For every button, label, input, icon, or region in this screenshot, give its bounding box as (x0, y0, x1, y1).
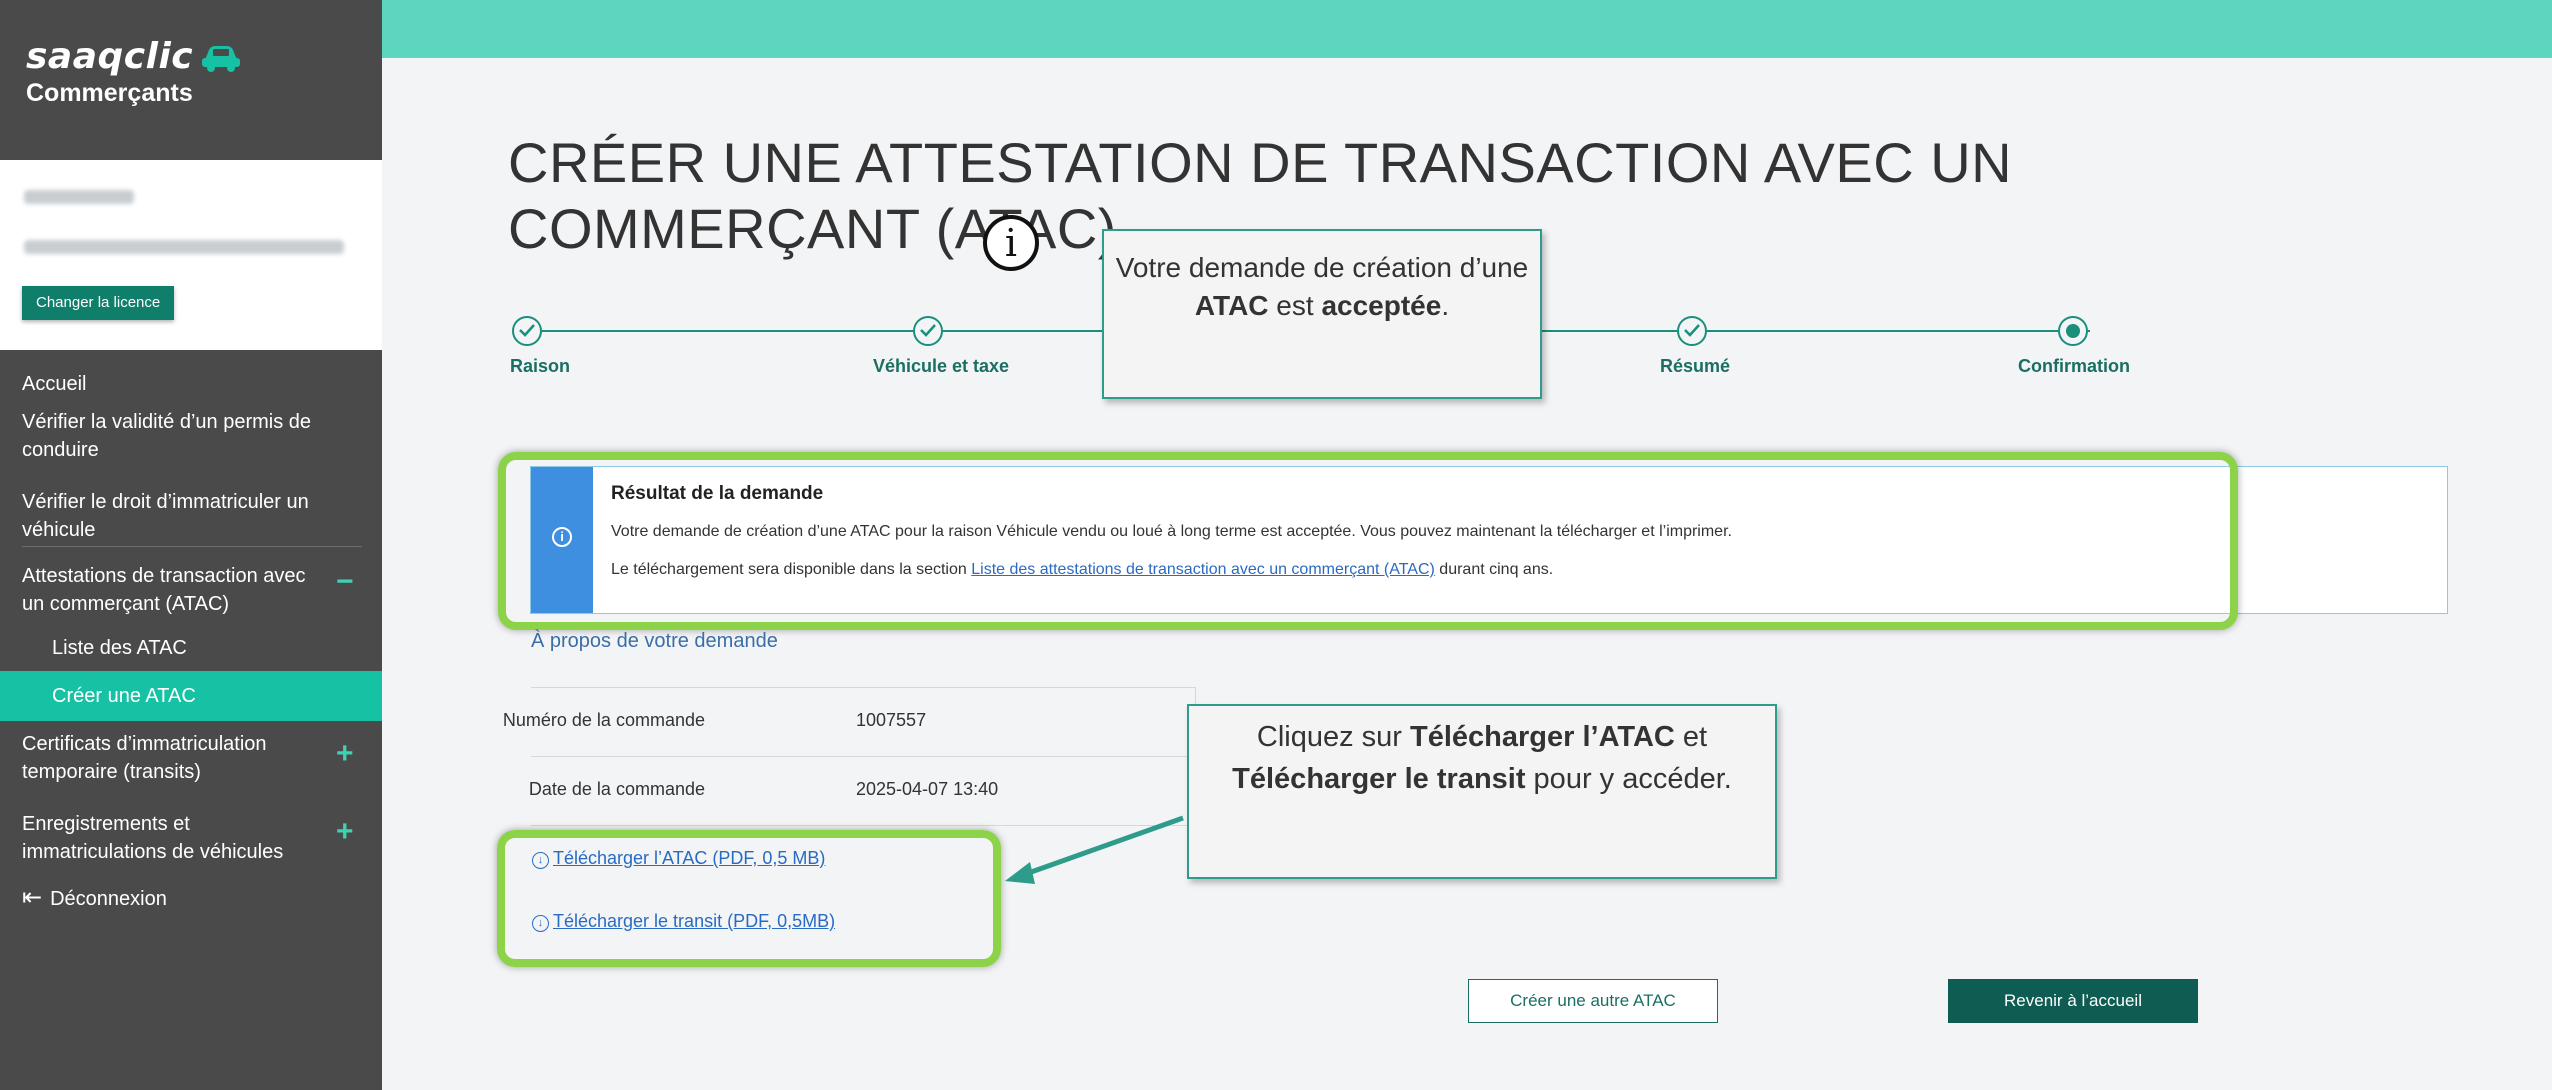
step-done-icon (913, 316, 943, 346)
sidebar-item-atac-list[interactable]: Liste des ATAC (52, 634, 382, 662)
step-label-resume: Résumé (1660, 356, 1731, 376)
callout-download: Cliquez sur Télécharger l’ATAC et Téléch… (1187, 704, 1777, 879)
order-date-value: 2025-04-07 13:40 (856, 779, 999, 799)
sidebar-item-label: Certificats d’immatriculation temporaire… (22, 733, 267, 783)
step-label-raison: Raison (510, 356, 571, 376)
table-row: Numéro de la commande 1007557 (503, 688, 1195, 757)
sidebar-divider (22, 546, 362, 547)
top-bar (382, 0, 2552, 58)
callout-accepted: Votre demande de création d’une ATAC est… (1102, 229, 1542, 399)
stepper-line-remaining (1690, 330, 2090, 332)
logout-icon: ⇤ (22, 884, 43, 911)
sidebar-item-label: Liste des ATAC (52, 637, 187, 659)
highlight-downloads (497, 830, 1001, 967)
callout-text: est (1268, 290, 1322, 321)
callout-text: pour y accéder. (1525, 763, 1732, 795)
order-number-value: 1007557 (856, 710, 927, 730)
sidebar-item-create-atac[interactable]: Créer une ATAC (0, 671, 382, 721)
callout-text: Votre demande de création d’une (1115, 252, 1529, 283)
table-row: Date de la commande 2025-04-07 13:40 (528, 757, 1195, 826)
sidebar-item-label: Vérifier la validité d’un permis de cond… (22, 411, 312, 461)
expand-icon[interactable]: + (336, 817, 354, 847)
callout-text: Cliquez sur (1256, 721, 1411, 753)
sidebar-item-label: Attestations de transaction avec un comm… (22, 565, 306, 615)
change-license-button[interactable]: Changer la licence (22, 286, 175, 320)
callout-bold: Télécharger l’ATAC (1410, 721, 1675, 753)
step-done-icon (512, 316, 542, 346)
back-home-button[interactable]: Revenir à l’accueil (1948, 979, 2198, 1023)
callout-bold: Télécharger le transit (1232, 763, 1526, 795)
step-current-dot (2066, 324, 2080, 338)
order-table: Numéro de la commande 1007557 Date de la… (503, 687, 1196, 826)
brand-name: saaqclic (26, 36, 194, 77)
sidebar-item-logout[interactable]: ⇤ Déconnexion (22, 884, 352, 913)
callout-text: et (1674, 721, 1708, 753)
about-title: À propos de votre demande (531, 630, 778, 652)
collapse-icon[interactable]: − (336, 567, 354, 597)
sidebar-item-verify-license[interactable]: Vérifier la validité d’un permis de cond… (22, 408, 352, 464)
sidebar-item-label: Enregistrements et immatriculations de v… (22, 813, 284, 863)
step-label-vehicle: Véhicule et taxe (873, 356, 1010, 376)
sidebar-item-label: Accueil (22, 373, 87, 395)
redacted-license-name (24, 190, 134, 204)
sidebar-item-accueil[interactable]: Accueil (22, 370, 352, 398)
sidebar-item-label: Vérifier le droit d’immatriculer un véhi… (22, 491, 309, 541)
info-icon: i (983, 215, 1039, 271)
sidebar-item-atac[interactable]: Attestations de transaction avec un comm… (22, 562, 322, 618)
order-date-label: Date de la commande (528, 779, 705, 799)
step-current-icon (2058, 316, 2088, 346)
step-done-icon (1677, 316, 1707, 346)
order-number-label: Numéro de la commande (502, 710, 705, 730)
callout-bold: ATAC (1194, 290, 1269, 321)
step-label-confirmation: Confirmation (2018, 356, 2130, 376)
highlight-result (498, 452, 2238, 630)
sidebar-item-verify-registration[interactable]: Vérifier le droit d’immatriculer un véhi… (22, 488, 352, 544)
brand[interactable]: saaqclic Commerçants (26, 36, 243, 108)
expand-icon[interactable]: + (336, 739, 354, 769)
sidebar-item-transits[interactable]: Certificats d’immatriculation temporaire… (22, 730, 322, 786)
license-panel: Changer la licence (0, 160, 382, 350)
brand-subtitle: Commerçants (26, 79, 193, 107)
callout-text: . (1441, 290, 1450, 321)
callout-bold: acceptée (1321, 290, 1442, 321)
sidebar-item-registrations[interactable]: Enregistrements et immatriculations de v… (22, 810, 332, 866)
sidebar-item-label: Créer une ATAC (52, 685, 196, 707)
sidebar-item-label: Déconnexion (50, 888, 167, 910)
create-another-atac-button[interactable]: Créer une autre ATAC (1468, 979, 1718, 1023)
sidebar: saaqclic Commerçants Changer la licence … (0, 0, 382, 1090)
car-icon (202, 45, 241, 72)
redacted-license-detail (24, 240, 344, 254)
